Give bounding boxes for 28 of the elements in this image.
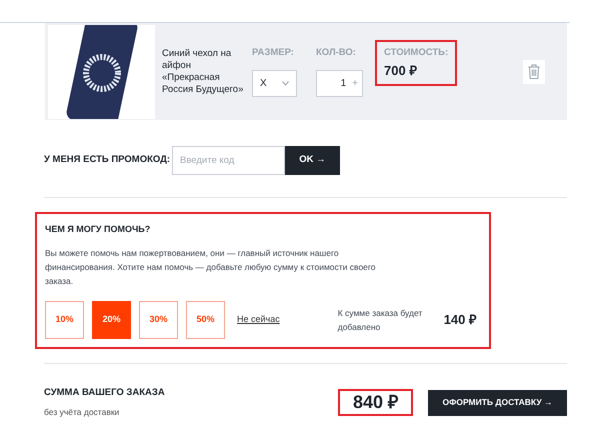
donation-percent-option[interactable]: 20% bbox=[92, 300, 131, 338]
donation-description: Вы можете помочь нам пожертвованием, они — главный источник нашего финансирования. Хотите нам помочь — добавьте любую сумму к стоимости своего заказа. bbox=[45, 246, 377, 288]
quantity-field[interactable]: 1 + bbox=[316, 70, 363, 98]
size-label: РАЗМЕР: bbox=[252, 46, 295, 60]
size-value: X bbox=[260, 77, 267, 92]
chevron-down-icon bbox=[282, 81, 289, 86]
promo-label: У МЕНЯ ЕСТЬ ПРОМОКОД: bbox=[44, 153, 172, 168]
promo-submit-button[interactable]: OK → bbox=[285, 146, 340, 175]
added-amount-label: К сумме заказа будет добавлено bbox=[338, 306, 424, 334]
trash-icon bbox=[528, 64, 540, 79]
order-total-value: 840 ₽ bbox=[352, 391, 398, 414]
donation-title: ЧЕМ Я МОГУ ПОМОЧЬ? bbox=[45, 223, 152, 236]
donation-percent-option[interactable]: 10% bbox=[45, 300, 84, 338]
product-name: Синий чехол на айфон «Прекрасная Россия Будущего» bbox=[162, 48, 244, 96]
order-total-subtitle: без учёта доставки bbox=[44, 406, 120, 419]
delete-button[interactable] bbox=[523, 60, 545, 84]
order-total-title: СУММА ВАШЕГО ЗАКАЗА bbox=[44, 386, 165, 400]
added-amount-value: 140 ₽ bbox=[444, 310, 477, 329]
checkout-button[interactable]: ОФОРМИТЬ ДОСТАВКУ → bbox=[428, 390, 567, 416]
price-label: СТОИМОСТЬ: bbox=[384, 46, 450, 60]
quantity-label: КОЛ-ВО: bbox=[316, 46, 357, 60]
price-value: 700 ₽ bbox=[384, 62, 418, 80]
promo-input-field[interactable]: Введите код bbox=[172, 146, 285, 175]
donation-percent-option[interactable]: 50% bbox=[186, 300, 225, 338]
donation-percent-option[interactable]: 30% bbox=[139, 300, 178, 338]
not-now-link[interactable]: Не сейчас bbox=[237, 312, 280, 326]
quantity-value: 1 bbox=[340, 77, 346, 92]
size-select[interactable]: X bbox=[252, 70, 297, 98]
